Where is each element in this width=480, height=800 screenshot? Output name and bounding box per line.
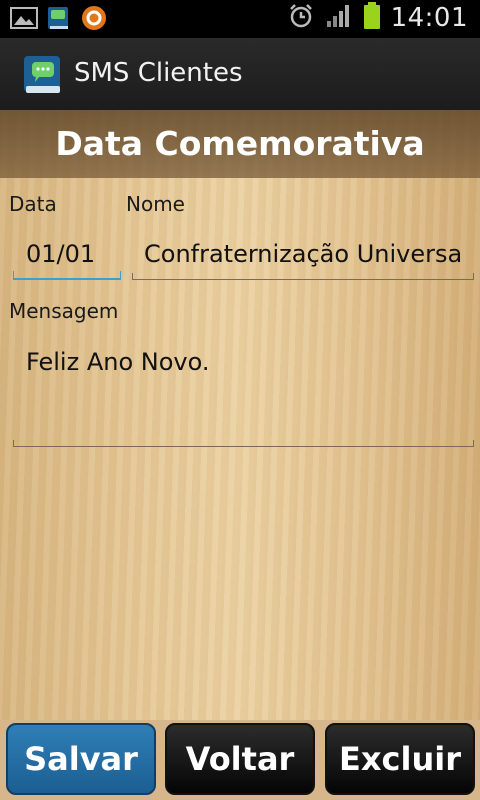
message-field-value: Feliz Ano Novo. bbox=[26, 348, 210, 376]
battery-icon bbox=[363, 2, 381, 34]
date-field-value: 01/01 bbox=[26, 240, 96, 268]
status-bar-system: 14:01 bbox=[287, 2, 468, 34]
form-container: Data Comemorativa Data Nome 01/01 Confra… bbox=[0, 110, 480, 720]
button-bar: Salvar Voltar Excluir bbox=[0, 720, 480, 800]
name-field[interactable]: Confraternização Universa bbox=[132, 236, 474, 280]
message-field[interactable]: Feliz Ano Novo. bbox=[13, 342, 474, 447]
name-label: Nome bbox=[126, 192, 185, 216]
signal-icon bbox=[325, 3, 353, 33]
message-label: Mensagem bbox=[9, 299, 119, 323]
page-title: Data Comemorativa bbox=[55, 124, 425, 163]
name-field-value: Confraternização Universa bbox=[144, 240, 463, 268]
alarm-icon bbox=[287, 2, 315, 34]
page-header: Data Comemorativa bbox=[0, 110, 480, 178]
action-bar: SMS Clientes bbox=[0, 38, 480, 112]
sms-clientes-notification-icon bbox=[46, 5, 72, 35]
status-time: 14:01 bbox=[390, 3, 468, 33]
save-button[interactable]: Salvar bbox=[6, 723, 156, 795]
status-bar-notifications bbox=[10, 4, 108, 36]
back-button[interactable]: Voltar bbox=[165, 723, 315, 795]
sync-icon bbox=[80, 4, 108, 36]
delete-button[interactable]: Excluir bbox=[325, 723, 475, 795]
date-label: Data bbox=[9, 192, 57, 216]
date-field[interactable]: 01/01 bbox=[13, 236, 121, 280]
app-title: SMS Clientes bbox=[74, 58, 243, 88]
status-bar: 14:01 bbox=[0, 0, 480, 38]
gallery-icon bbox=[10, 6, 38, 34]
sms-book-icon[interactable] bbox=[22, 54, 64, 96]
